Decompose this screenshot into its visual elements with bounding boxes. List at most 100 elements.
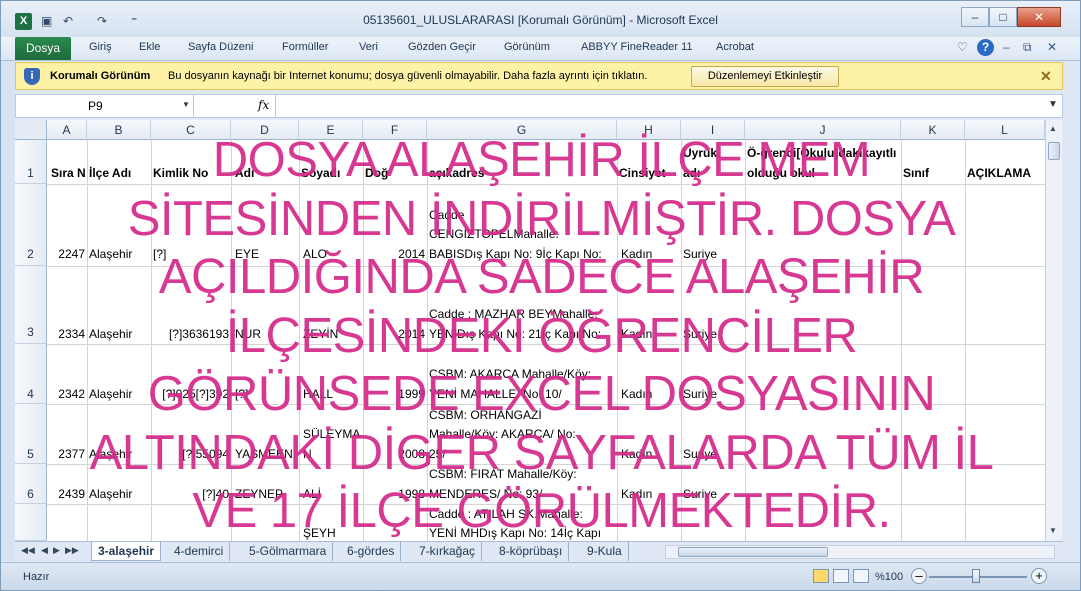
cell-g4-line2[interactable]: YENİ MAHALLE/ No: 10/ <box>429 387 617 401</box>
cell-i5[interactable]: Suriye <box>683 447 745 461</box>
cell-g1[interactable]: açıkadres <box>429 166 617 180</box>
cell-g2-line2[interactable]: CENGİZTOPELMahalle: <box>429 227 617 241</box>
cell-e5-line2[interactable]: N <box>303 447 363 461</box>
cell-f5[interactable]: 2008 <box>365 447 425 461</box>
tab-page-layout[interactable]: Sayfa Düzeni <box>188 41 253 53</box>
horizontal-scrollbar[interactable] <box>665 545 1055 559</box>
tab-formulas[interactable]: Formüller <box>282 41 328 53</box>
cell-b5[interactable]: Alaşehir <box>89 447 151 461</box>
zoom-slider-thumb[interactable] <box>972 569 980 583</box>
cell-c1[interactable]: Kimlik No <box>153 166 231 180</box>
cell-d3[interactable]: NUR <box>235 327 299 341</box>
sheet-tab-koprubasi[interactable]: 8-köprübaşı <box>493 542 570 561</box>
row-header-1[interactable]: 1 <box>15 140 47 184</box>
cell-d6[interactable]: ZEYNEP <box>235 487 299 501</box>
tab-file[interactable]: Dosya <box>15 37 71 60</box>
cell-g5-line3[interactable]: 25/ <box>429 447 617 461</box>
minimize-window-button[interactable]: – <box>961 7 989 27</box>
vertical-scroll-thumb[interactable] <box>1048 142 1060 160</box>
cell-i2[interactable]: Suriye <box>683 247 745 261</box>
cell-d4[interactable]: [?] <box>235 387 299 401</box>
zoom-out-icon[interactable]: – <box>911 568 927 584</box>
cell-g6-line1[interactable]: CSBM: FIRAT Mahalle/Köy: <box>429 467 617 481</box>
cell-g5-line1[interactable]: CSBM: ORHANGAZİ <box>429 408 617 422</box>
cell-l1[interactable]: AÇIKLAMA <box>967 166 1045 180</box>
row-header-3[interactable]: 3 <box>15 266 47 344</box>
cell-h3[interactable]: Kadın <box>621 327 681 341</box>
protected-view-message[interactable]: Bu dosyanın kaynağı bir Internet konumu;… <box>168 70 647 82</box>
close-window-button[interactable]: ✕ <box>1017 7 1061 27</box>
cell-b3[interactable]: Alaşehir <box>89 327 151 341</box>
cell-j1-top[interactable]: Ö-ğrenci[Okulu]dakikayıtlı <box>747 146 901 160</box>
cell-h2[interactable]: Kadın <box>621 247 681 261</box>
cell-i4[interactable]: Suriye <box>683 387 745 401</box>
sheet-tab-demirci[interactable]: 4-demirci <box>168 542 231 561</box>
horizontal-scroll-thumb[interactable] <box>678 547 828 557</box>
column-header-j[interactable]: J <box>745 120 901 140</box>
tab-insert[interactable]: Ekle <box>139 41 160 53</box>
row-header-5[interactable]: 5 <box>15 404 47 464</box>
cell-h1[interactable]: Cinsiyet <box>619 166 681 180</box>
prev-sheet-icon[interactable]: ◀ <box>41 545 48 556</box>
page-layout-view-icon[interactable] <box>833 569 849 583</box>
select-all-corner[interactable] <box>15 120 47 140</box>
cell-c6[interactable]: [?]40 <box>153 487 229 501</box>
column-header-h[interactable]: H <box>617 120 681 140</box>
zoom-in-icon[interactable]: + <box>1031 568 1047 584</box>
scroll-down-icon[interactable]: ▼ <box>1049 526 1057 535</box>
cell-b2[interactable]: Alaşehir <box>89 247 151 261</box>
column-header-i[interactable]: I <box>681 120 745 140</box>
name-box-dropdown-icon[interactable]: ▼ <box>182 100 190 109</box>
column-header-g[interactable]: G <box>427 120 617 140</box>
last-sheet-icon[interactable]: ▶▶ <box>65 545 79 556</box>
cell-e5-line1[interactable]: SÜLEYMA <box>303 427 363 441</box>
maximize-window-button[interactable]: □ <box>989 7 1017 27</box>
insert-function-icon[interactable]: fx <box>258 98 269 112</box>
column-header-d[interactable]: D <box>231 120 299 140</box>
cell-g4-line1[interactable]: CSBM: AKARCA Mahalle/Köy: <box>429 367 617 381</box>
cell-a5[interactable]: 2377 <box>49 447 85 461</box>
help-icon[interactable]: ? <box>977 39 994 56</box>
cell-i1-bottom[interactable]: adı <box>683 166 745 180</box>
worksheet-grid[interactable]: A B C D E F G H I J K L 1 2 3 4 5 6 Sıra… <box>15 120 1045 541</box>
next-sheet-icon[interactable]: ▶ <box>53 545 60 556</box>
cell-h6[interactable]: Kadın <box>621 487 681 501</box>
sheet-tab-kirkagac[interactable]: 7-kırkağaç <box>413 542 483 561</box>
column-header-f[interactable]: F <box>363 120 427 140</box>
tab-review[interactable]: Gözden Geçir <box>408 41 476 53</box>
cell-e4[interactable]: HALL <box>303 387 363 401</box>
row-header-6[interactable]: 6 <box>15 464 47 504</box>
sheet-tab-alasehir[interactable]: 3-alaşehir <box>91 542 162 561</box>
cell-g6-line2[interactable]: MENDERES/ No: 93/ <box>429 487 617 501</box>
cell-i1-top[interactable]: Uyruk <box>683 146 745 160</box>
cell-a2[interactable]: 2247 <box>49 247 85 261</box>
page-break-view-icon[interactable] <box>853 569 869 583</box>
column-header-k[interactable]: K <box>901 120 965 140</box>
cell-k1[interactable]: Sınıf <box>903 166 965 180</box>
tab-view[interactable]: Görünüm <box>504 41 550 53</box>
cell-c5[interactable]: [?]55094 <box>153 447 229 461</box>
cell-g2-line3[interactable]: BABISDış Kapı No: 9İç Kapı No: <box>429 247 617 261</box>
cell-e1[interactable]: Soyadı <box>301 166 363 180</box>
cell-f1[interactable]: Doğ <box>365 166 427 180</box>
cell-j1-bottom[interactable]: olduğu okul <box>747 166 901 180</box>
cell-i6[interactable]: Suriye <box>683 487 745 501</box>
scroll-up-icon[interactable]: ▲ <box>1049 124 1057 133</box>
cell-f4[interactable]: 1999 <box>365 387 425 401</box>
cell-b1[interactable]: İlçe Adı <box>89 166 151 180</box>
cell-i3[interactable]: Suriye <box>683 327 745 341</box>
zoom-level[interactable]: %100 <box>875 571 903 583</box>
tab-data[interactable]: Veri <box>359 41 378 53</box>
sheet-tab-kula[interactable]: 9-Kula <box>581 542 629 561</box>
normal-view-icon[interactable] <box>813 569 829 583</box>
tab-acrobat[interactable]: Acrobat <box>716 41 754 53</box>
cell-c2[interactable]: [?] <box>153 247 231 261</box>
row-header-4[interactable]: 4 <box>15 344 47 404</box>
workbook-minimize-icon[interactable]: – <box>1003 40 1010 54</box>
cell-g3-line1[interactable]: Cadde : MAZHAR BEYMahalle: <box>429 307 617 321</box>
cell-e2[interactable]: ALO <box>303 247 363 261</box>
cell-d1[interactable]: Adı <box>235 166 299 180</box>
sheet-tab-golmarmara[interactable]: 5-Gölmarmara <box>243 542 334 561</box>
tab-home[interactable]: Giriş <box>89 41 112 53</box>
cell-d2[interactable]: EYE <box>235 247 299 261</box>
